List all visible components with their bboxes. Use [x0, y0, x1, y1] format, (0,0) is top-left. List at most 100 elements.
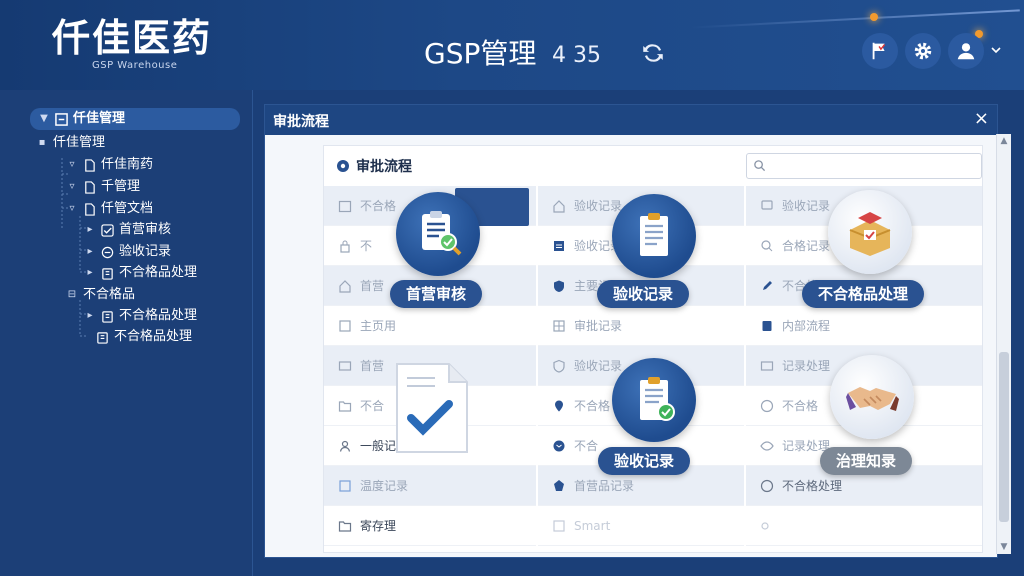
caret-icon: ▸: [87, 267, 93, 278]
clipboard-check-icon: [640, 377, 675, 421]
sidebar-nav: ▼ 仟佳管理 ▪ 仟佳管理 ▿ 仟佳南药 ▿ 千管理 ▿ 仟管文档 ▸ 首营审核…: [0, 90, 253, 576]
chevron-down-icon[interactable]: [990, 44, 1002, 56]
caret-icon: ▸: [87, 310, 93, 321]
grid-cell[interactable]: Smart: [538, 506, 744, 546]
nonconforming-label[interactable]: 不合格品处理: [802, 280, 925, 308]
sidebar-item-nonconforming-handling-2[interactable]: 不合格品处理: [96, 328, 192, 346]
grid-cell-text: 首营品记录: [574, 479, 635, 493]
grid-cell[interactable]: 主页用: [324, 306, 536, 346]
governance-tile[interactable]: [830, 355, 914, 439]
grid-cell-text: 合格记录: [782, 239, 831, 253]
sidebar-item-label: 千管理: [101, 179, 141, 194]
bookmark-icon: [762, 320, 772, 331]
lock-icon: [340, 240, 350, 253]
caret-down-icon: ▼: [40, 113, 48, 124]
clock-readout: 4 35: [552, 43, 601, 68]
module-title: GSP管理: [424, 37, 537, 70]
clipboard-icon: [102, 267, 113, 280]
flag-button[interactable]: [862, 33, 898, 69]
receiving-record-label[interactable]: 验收记录: [597, 280, 690, 308]
sidebar-item-label: 不合格品处理: [119, 308, 198, 323]
grid-icon: [553, 319, 565, 332]
sidebar-item-nonconforming-group[interactable]: ⊟ 不合格品: [66, 286, 135, 304]
sidebar-item-nonconforming-handling[interactable]: ▸ 不合格品处理: [84, 307, 197, 325]
grid-cell[interactable]: 寄存理: [324, 506, 536, 546]
settings-button[interactable]: [905, 33, 941, 69]
grid-cell-text: 首营: [360, 279, 385, 293]
card-icon: [338, 360, 352, 371]
nonconforming-tile[interactable]: [828, 190, 912, 274]
sidebar-item-label: 仟佳南药: [101, 157, 154, 172]
receiving-record-label-2[interactable]: 验收记录: [598, 447, 691, 475]
grid-cell-text: 不合格处理: [782, 479, 843, 493]
grid-cell[interactable]: 温度记录: [324, 466, 536, 506]
document-check-icon[interactable]: [393, 360, 471, 456]
grid-cell-text: 验收记录: [574, 199, 623, 213]
search-box[interactable]: [746, 153, 982, 179]
grid-cell-text: 内部流程: [782, 319, 831, 333]
caret-icon: ▿: [69, 181, 75, 192]
approval-dialog: 审批流程 × 审批流程 不合格 不 首营 主页用 首营 不合 一般记录 温度记录…: [264, 104, 998, 558]
folder-icon: [338, 400, 352, 412]
sidebar-item-label: 不合格品处理: [114, 329, 193, 344]
grid-cell[interactable]: [746, 506, 982, 546]
search-input[interactable]: [771, 156, 975, 176]
sidebar-item-receiving-record[interactable]: ▸ 验收记录: [84, 243, 171, 261]
box-check-icon: [849, 212, 891, 256]
scroll-down-arrow-icon[interactable]: ▼: [997, 540, 1011, 554]
flag-icon: [872, 42, 886, 60]
user-icon: [957, 43, 975, 60]
document-icon: [85, 202, 95, 216]
caret-icon: ▸: [87, 246, 93, 257]
grid-cell-text: 温度记录: [360, 479, 409, 493]
photo-icon: [339, 479, 351, 492]
grid-cell-text: 记录处理: [782, 359, 831, 373]
receiving-record-tile[interactable]: [612, 194, 696, 278]
gear-icon: [914, 42, 932, 60]
sidebar-item-documents[interactable]: ▿ 仟管文档: [66, 200, 153, 218]
key-icon: [761, 521, 769, 530]
grid-cell-text: 寄存理: [360, 519, 397, 533]
calendar-icon: [338, 200, 352, 212]
first-approval-tile[interactable]: [396, 192, 480, 276]
sidebar-item-root[interactable]: ▼ 仟佳管理: [30, 108, 240, 130]
clipboard-magnifier-icon: [422, 211, 462, 256]
sidebar-item-label: 首营审核: [119, 222, 172, 237]
sidebar-item-nonconforming[interactable]: ▸ 不合格品处理: [84, 264, 197, 282]
shield-icon: [553, 359, 565, 373]
sidebar-item-label: 仟管文档: [101, 201, 154, 216]
brand-logo[interactable]: 仟佳医药 GSP Warehouse: [52, 16, 212, 71]
section-title: 审批流程: [336, 156, 412, 176]
brand-title: 仟佳医药: [52, 16, 213, 60]
scroll-up-arrow-icon[interactable]: ▲: [997, 134, 1011, 148]
governance-label[interactable]: 治理知录: [820, 447, 913, 475]
scrollbar[interactable]: ▲ ▼: [996, 134, 1011, 554]
grid-cell-text: 不合格: [360, 199, 397, 213]
dialog-titlebar: 审批流程 ×: [265, 105, 997, 135]
grid-cell-text: 验收记录: [574, 359, 623, 373]
close-button[interactable]: ×: [974, 109, 989, 129]
grid-cell[interactable]: 审批记录: [538, 306, 744, 346]
sidebar-item-group[interactable]: ▪ 仟佳管理: [36, 134, 105, 152]
grid-cell[interactable]: 内部流程: [746, 306, 982, 346]
sidebar-item-management[interactable]: ▿ 千管理: [66, 178, 140, 196]
document-icon: [85, 158, 95, 172]
gear-badge-icon: [337, 160, 349, 172]
first-approval-label[interactable]: 首营审核: [390, 280, 483, 308]
folder-icon: [338, 520, 352, 532]
sidebar-item-label: 不合格品处理: [119, 265, 198, 280]
sidebar-item-south-medicine[interactable]: ▿ 仟佳南药: [66, 156, 153, 174]
scroll-thumb[interactable]: [999, 352, 1009, 522]
receiving-record-tile-2[interactable]: [612, 358, 696, 442]
card-icon: [760, 360, 774, 371]
eye-icon: [760, 440, 774, 451]
grid-cell-text: Smart: [574, 518, 611, 533]
pin-icon: [555, 400, 563, 411]
sidebar-item-first-approval[interactable]: ▸ 首营审核: [84, 221, 171, 239]
grid-cell-text: 首营: [360, 359, 385, 373]
user-avatar-button[interactable]: [948, 33, 984, 69]
sync-icon[interactable]: [640, 40, 666, 66]
list-icon: [554, 240, 564, 251]
sidebar-item-label: 不合格品: [83, 287, 136, 302]
folder-box-icon: [55, 112, 68, 126]
